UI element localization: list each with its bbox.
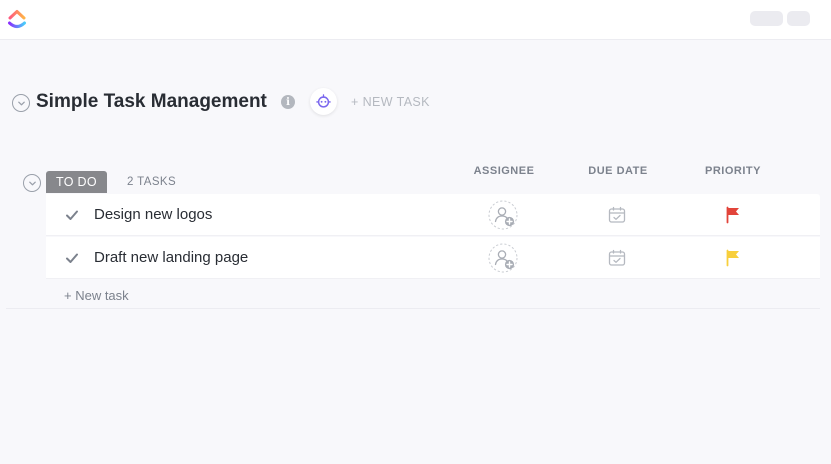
- group-collapse-chevron-icon[interactable]: [23, 174, 41, 192]
- add-assignee-icon[interactable]: [488, 243, 518, 273]
- robot-icon: [316, 94, 331, 108]
- list-collapse-chevron-icon[interactable]: [12, 94, 30, 112]
- add-assignee-icon[interactable]: [488, 200, 518, 230]
- top-bar: [0, 0, 831, 40]
- task-name[interactable]: Design new logos: [94, 206, 212, 223]
- task-count: 2 TASKS: [127, 176, 177, 188]
- checkmark-icon[interactable]: [65, 208, 79, 222]
- page-title: Simple Task Management: [36, 91, 267, 112]
- checkmark-icon[interactable]: [65, 251, 79, 265]
- column-header-assignee[interactable]: ASSIGNEE: [474, 165, 535, 177]
- divider: [6, 308, 820, 309]
- topbar-button-2[interactable]: [787, 11, 810, 26]
- task-name[interactable]: Draft new landing page: [94, 249, 248, 266]
- table-row[interactable]: Draft new landing page: [46, 237, 820, 279]
- status-badge[interactable]: TO DO: [46, 171, 107, 193]
- calendar-icon[interactable]: [608, 249, 626, 267]
- automation-robot-button[interactable]: [310, 88, 337, 115]
- status-group-header: TO DO 2 TASKS ASSIGNEE DUE DATE PRIORITY: [22, 160, 822, 194]
- priority-flag-icon[interactable]: [725, 249, 741, 267]
- add-task-button[interactable]: + New task: [64, 288, 129, 303]
- column-header-due-date[interactable]: DUE DATE: [588, 165, 647, 177]
- clickup-logo-icon[interactable]: [7, 8, 27, 30]
- new-task-button[interactable]: + NEW TASK: [351, 95, 430, 109]
- list-header: Simple Task Management i + NEW TASK: [11, 88, 651, 116]
- table-row[interactable]: Design new logos: [46, 194, 820, 236]
- info-icon[interactable]: i: [281, 95, 295, 109]
- column-header-priority[interactable]: PRIORITY: [705, 165, 761, 177]
- topbar-button-1[interactable]: [750, 11, 783, 26]
- priority-flag-icon[interactable]: [725, 206, 741, 224]
- calendar-icon[interactable]: [608, 206, 626, 224]
